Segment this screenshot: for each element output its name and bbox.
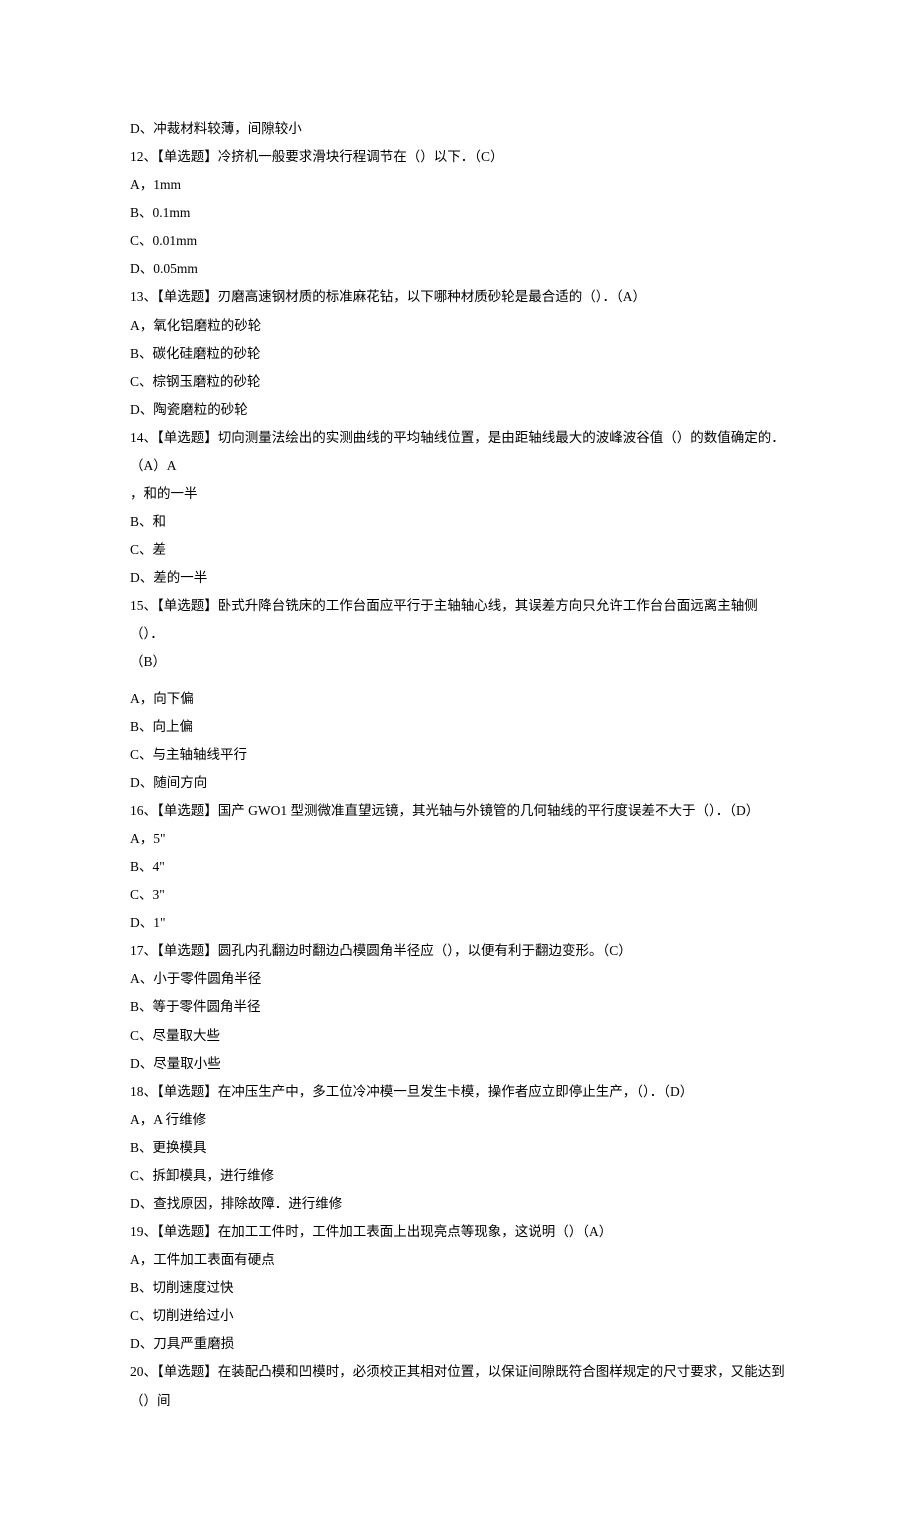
text-line: D、冲裁材料较薄，间隙较小: [130, 115, 790, 143]
text-line: D、0.05mm: [130, 255, 790, 283]
text-line: 12、【单选题】冷挤机一般要求滑块行程调节在（）以下．（C）: [130, 143, 790, 171]
text-line: D、尽量取小些: [130, 1050, 790, 1078]
text-line: B、和: [130, 508, 790, 536]
text-line: D、差的一半: [130, 564, 790, 592]
text-line: 13、【单选题】刃磨高速钢材质的标准麻花钻，以下哪种材质砂轮是最合适的（）．（A…: [130, 283, 790, 311]
text-line: D、随间方向: [130, 769, 790, 797]
text-line: C、棕钢玉磨粒的砂轮: [130, 368, 790, 396]
text-line: B、更换模具: [130, 1134, 790, 1162]
text-line: （B）: [130, 648, 790, 676]
text-line: D、查找原因，排除故障．进行维修: [130, 1190, 790, 1218]
text-line: A，工件加工表面有硬点: [130, 1246, 790, 1274]
text-line: A，5": [130, 825, 790, 853]
text-line: 14、【单选题】切向测量法绘出的实测曲线的平均轴线位置，是由距轴线最大的波峰波谷…: [130, 424, 790, 480]
text-line: B、等于零件圆角半径: [130, 993, 790, 1021]
text-line: C、切削进给过小: [130, 1302, 790, 1330]
text-line: A，向下偏: [130, 685, 790, 713]
text-line: 17、【单选题】圆孔内孔翻边时翻边凸模圆角半径应（），以便有利于翻边变形。（C）: [130, 937, 790, 965]
text-line: C、差: [130, 536, 790, 564]
text-line: A、小于零件圆角半径: [130, 965, 790, 993]
text-line: B、切削速度过快: [130, 1274, 790, 1302]
text-line: A，1mm: [130, 171, 790, 199]
text-line: C、3": [130, 881, 790, 909]
text-line: 18、【单选题】在冲压生产中，多工位冷冲模一旦发生卡模，操作者应立即停止生产，（…: [130, 1078, 790, 1106]
text-line: B、向上偏: [130, 713, 790, 741]
text-line: B、0.1mm: [130, 199, 790, 227]
document-page: D、冲裁材料较薄，间隙较小 12、【单选题】冷挤机一般要求滑块行程调节在（）以下…: [0, 0, 920, 1515]
text-line: 20、【单选题】在装配凸模和凹模时，必须校正其相对位置，以保证间隙既符合图样规定…: [130, 1358, 790, 1414]
text-line: 15、【单选题】卧式升降台铣床的工作台面应平行于主轴轴心线，其误差方向只允许工作…: [130, 592, 790, 648]
text-line: C、拆卸模具，进行维修: [130, 1162, 790, 1190]
text-line: C、与主轴轴线平行: [130, 741, 790, 769]
text-line: ，和的一半: [130, 480, 790, 508]
text-line: B、碳化硅磨粒的砂轮: [130, 340, 790, 368]
text-line: B、4": [130, 853, 790, 881]
text-line: C、0.01mm: [130, 227, 790, 255]
text-line: D、刀具严重磨损: [130, 1330, 790, 1358]
text-line: 16、【单选题】国产 GWO1 型测微准直望远镜，其光轴与外镜管的几何轴线的平行…: [130, 797, 790, 825]
text-line: A，氧化铝磨粒的砂轮: [130, 312, 790, 340]
text-line: D、陶瓷磨粒的砂轮: [130, 396, 790, 424]
text-line: D、1": [130, 909, 790, 937]
text-line: A，A 行维修: [130, 1106, 790, 1134]
text-line: C、尽量取大些: [130, 1022, 790, 1050]
text-line: 19、【单选题】在加工工件时，工件加工表面上出现亮点等现象，这说明（）（A）: [130, 1218, 790, 1246]
